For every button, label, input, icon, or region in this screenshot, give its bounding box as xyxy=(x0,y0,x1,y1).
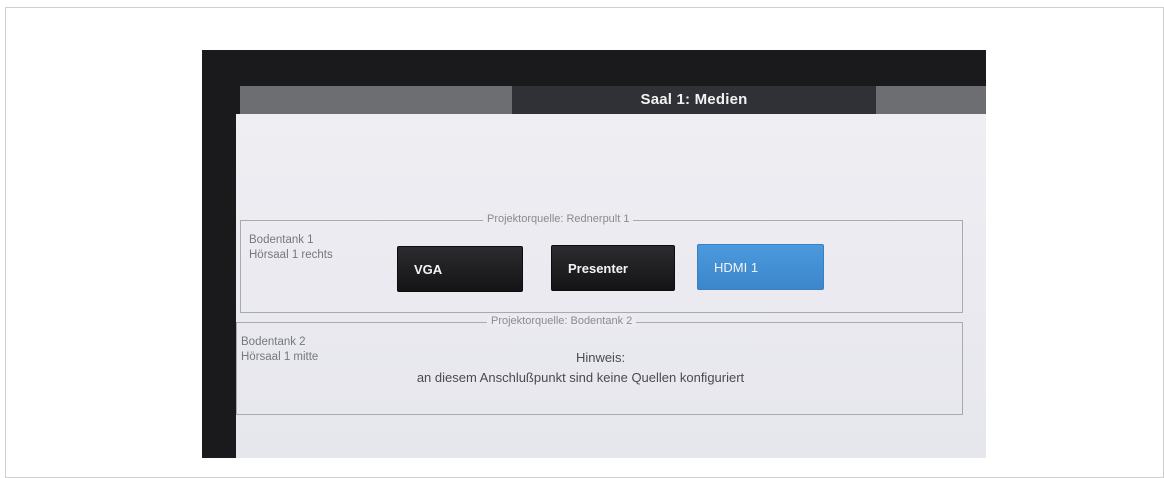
hint-title: Hinweis: xyxy=(575,350,626,365)
hint-message: Hinweis: an diesem Anschlußpunkt sind ke… xyxy=(237,348,964,388)
hint-text: an diesem Anschlußpunkt sind keine Quell… xyxy=(416,370,745,385)
location-line-1: Bodentank 1 xyxy=(249,234,314,246)
top-bar: Saal 1: Medien xyxy=(240,86,986,114)
touch-panel-photo: Saal 1: Medien Projektorquelle: Rednerpu… xyxy=(202,50,986,458)
location-label: Bodentank 1 Hörsaal 1 rechts xyxy=(249,233,333,263)
page-title: Saal 1: Medien xyxy=(512,86,876,114)
source-group-rednerpult: Projektorquelle: Rednerpult 1 Bodentank … xyxy=(240,213,963,313)
source-group-bodentank-2: Projektorquelle: Bodentank 2 Bodentank 2… xyxy=(236,315,964,415)
location-line-2: Hörsaal 1 rechts xyxy=(249,249,333,261)
panel-screen: Projektorquelle: Rednerpult 1 Bodentank … xyxy=(236,114,986,458)
presenter-button[interactable]: Presenter xyxy=(551,245,675,291)
hdmi-1-button[interactable]: HDMI 1 xyxy=(697,244,824,290)
image-frame: Saal 1: Medien Projektorquelle: Rednerpu… xyxy=(5,7,1164,478)
vga-button[interactable]: VGA xyxy=(397,246,523,292)
group-legend: Projektorquelle: Bodentank 2 xyxy=(487,315,637,327)
group-legend: Projektorquelle: Rednerpult 1 xyxy=(483,213,634,225)
